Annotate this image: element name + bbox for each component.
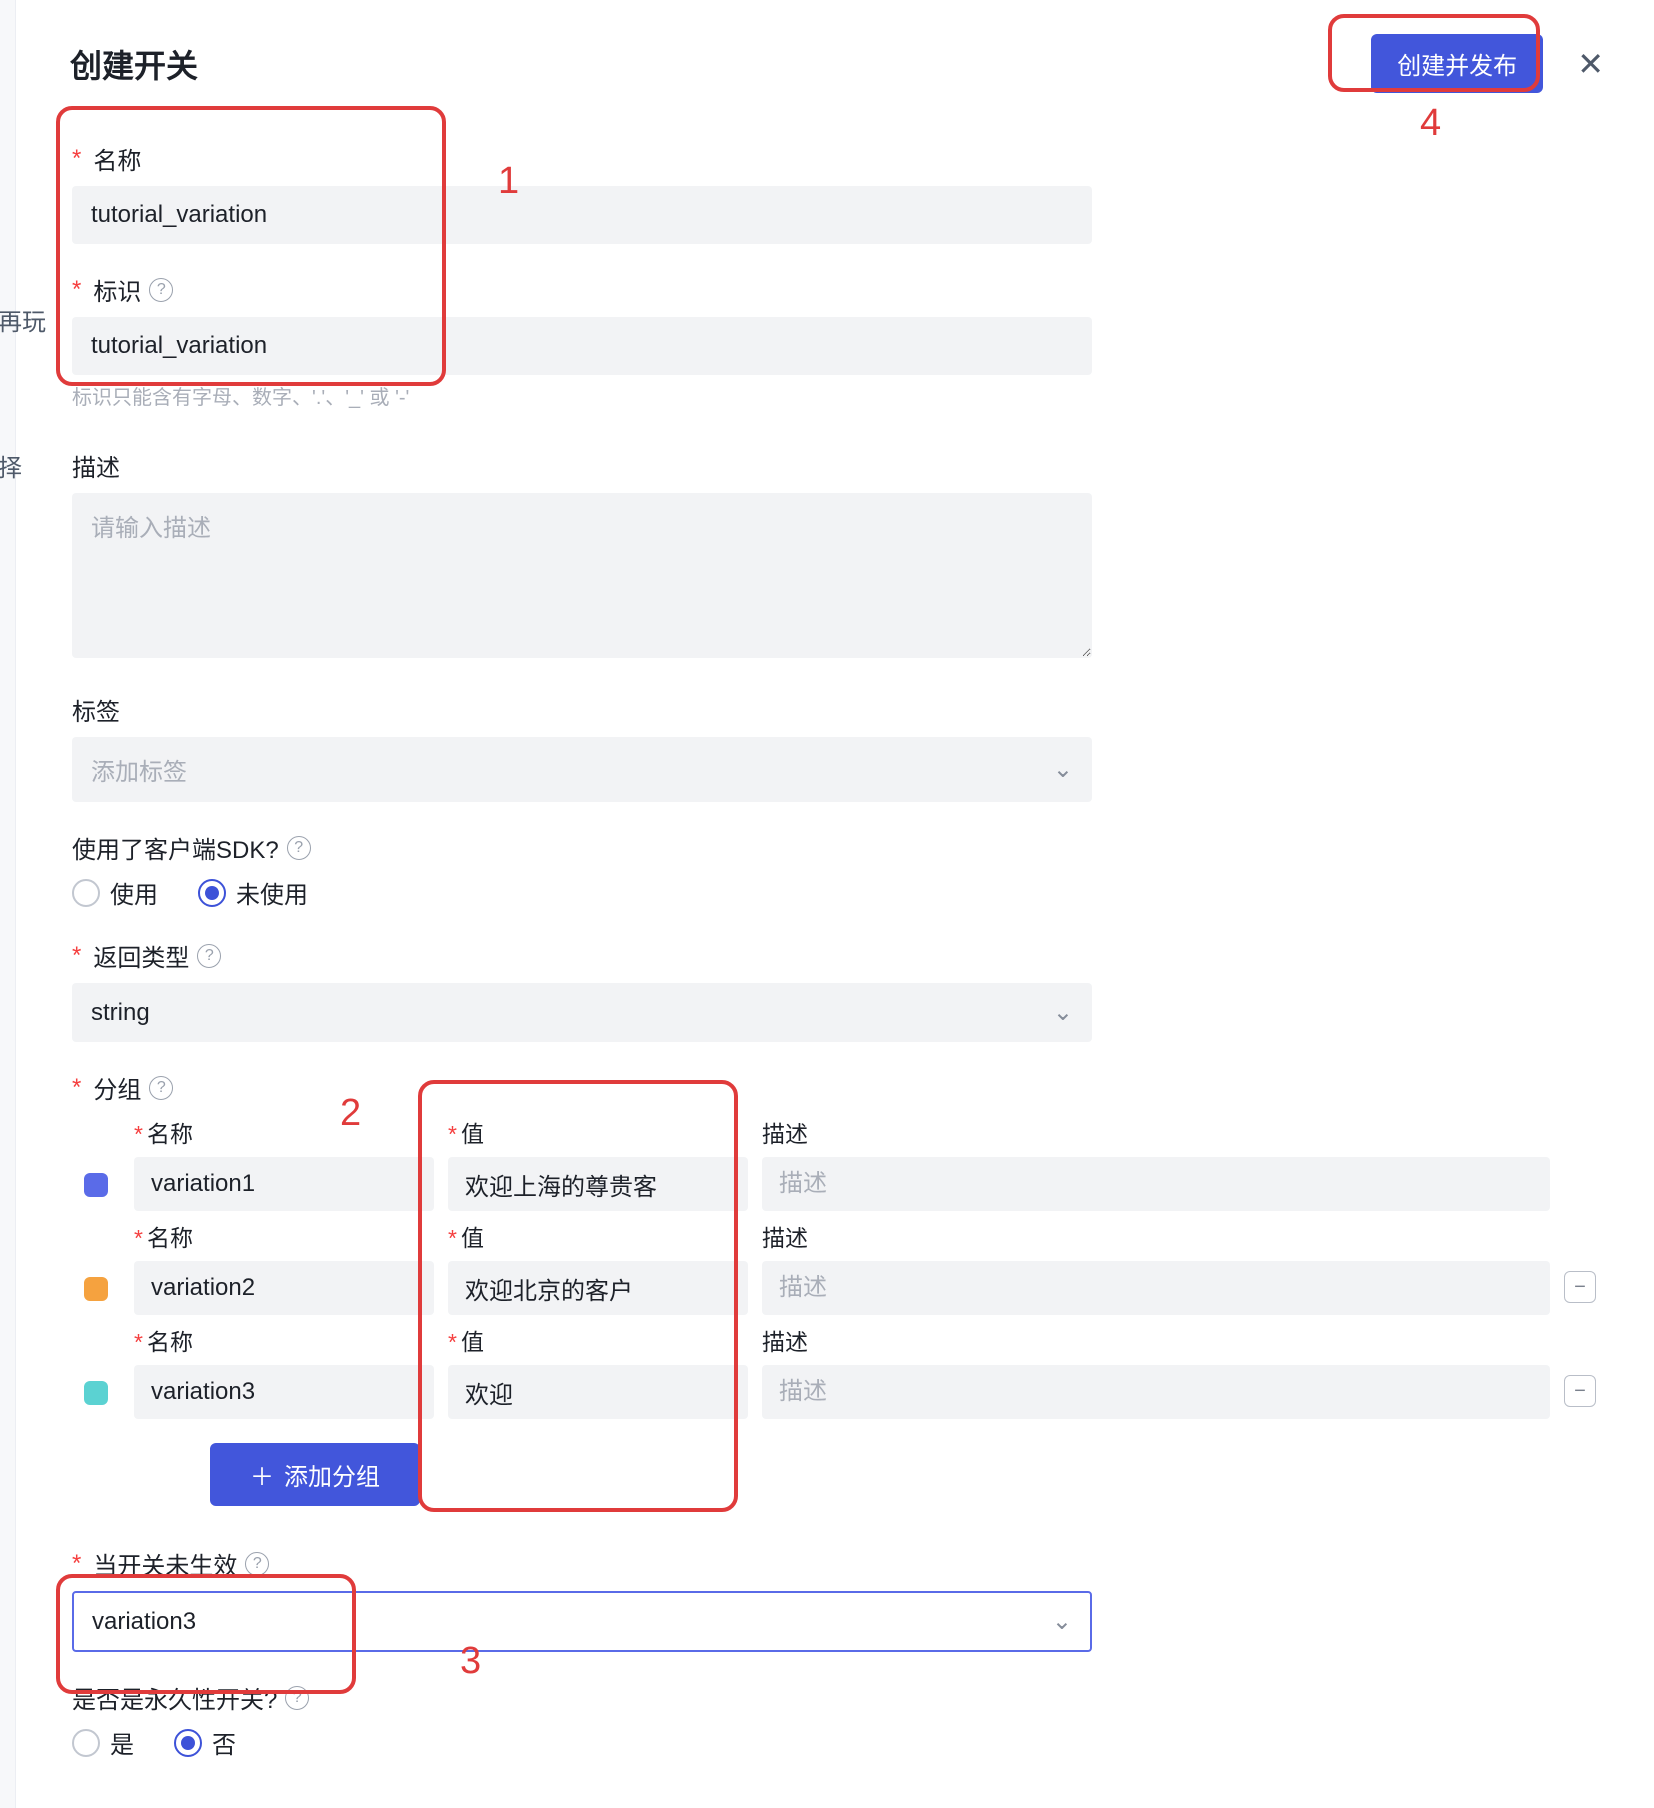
label-sdk: 使用了客户端SDK? bbox=[72, 830, 279, 865]
bg-text-1: 再玩 bbox=[0, 302, 46, 337]
label-disabled-value: 当开关未生效 bbox=[93, 1546, 237, 1581]
return-type-select[interactable]: string ⌄ bbox=[72, 983, 1092, 1042]
return-type-value: string bbox=[91, 999, 150, 1027]
help-icon[interactable]: ? bbox=[245, 1552, 269, 1576]
label-permanent: 是否是永久性开关? bbox=[72, 1680, 277, 1715]
bg-text-2: 择 bbox=[0, 448, 22, 483]
field-groups: * 分组 ? *名称 *值 描述 bbox=[72, 1070, 1604, 1506]
field-tags: 标签 添加标签 ⌄ bbox=[72, 692, 1604, 802]
chevron-down-icon: ⌄ bbox=[1052, 1607, 1072, 1636]
col-desc: 描述 bbox=[762, 1329, 808, 1355]
create-publish-button[interactable]: 创建并发布 bbox=[1371, 34, 1543, 93]
group-row: *名称 *值 描述 − bbox=[72, 1219, 1604, 1315]
col-value: 值 bbox=[461, 1121, 484, 1147]
help-icon[interactable]: ? bbox=[149, 278, 173, 302]
key-input[interactable] bbox=[72, 317, 1092, 375]
radio-sdk-not[interactable]: 未使用 bbox=[198, 875, 308, 910]
group-value-input[interactable] bbox=[448, 1365, 748, 1419]
radio-icon bbox=[72, 1729, 100, 1757]
field-return-type: * 返回类型 ? string ⌄ bbox=[72, 938, 1604, 1042]
field-desc: 描述 bbox=[72, 448, 1604, 664]
label-return-type: 返回类型 bbox=[93, 938, 189, 973]
radio-sdk-not-label: 未使用 bbox=[236, 875, 308, 910]
remove-group-button[interactable]: − bbox=[1564, 1271, 1596, 1303]
field-disabled-value: * 当开关未生效 ? variation3 ⌄ bbox=[72, 1546, 1604, 1652]
field-key: * 标识 ? 标识只能含有字母、数字、'.'、'_' 或 '-' bbox=[72, 272, 1604, 410]
desc-textarea[interactable] bbox=[72, 493, 1092, 658]
group-value-input[interactable] bbox=[448, 1157, 748, 1211]
help-icon[interactable]: ? bbox=[285, 1686, 309, 1710]
group-row: *名称 *值 描述 − bbox=[72, 1323, 1604, 1419]
group-value-input[interactable] bbox=[448, 1261, 748, 1315]
add-group-button[interactable]: ＋ 添加分组 bbox=[210, 1443, 420, 1506]
col-desc: 描述 bbox=[762, 1121, 808, 1147]
required-mark: * bbox=[72, 276, 81, 304]
label-groups: 分组 bbox=[93, 1070, 141, 1105]
required-mark: * bbox=[72, 942, 81, 970]
plus-icon: ＋ bbox=[250, 1457, 274, 1492]
radio-icon bbox=[72, 879, 100, 907]
group-name-input[interactable] bbox=[134, 1365, 434, 1419]
color-swatch bbox=[84, 1277, 108, 1301]
col-desc: 描述 bbox=[762, 1225, 808, 1251]
chevron-down-icon: ⌄ bbox=[1053, 755, 1073, 784]
col-name: 名称 bbox=[147, 1121, 193, 1147]
left-background-strip bbox=[0, 0, 16, 1808]
group-name-input[interactable] bbox=[134, 1157, 434, 1211]
label-desc: 描述 bbox=[72, 448, 120, 483]
radio-permanent-yes[interactable]: 是 bbox=[72, 1725, 134, 1760]
key-hint: 标识只能含有字母、数字、'.'、'_' 或 '-' bbox=[72, 381, 1604, 410]
tags-select[interactable]: 添加标签 ⌄ bbox=[72, 737, 1092, 802]
group-name-input[interactable] bbox=[134, 1261, 434, 1315]
form: * 名称 * 标识 ? 标识只能含有字母、数字、'.'、'_' 或 '-' 描述… bbox=[0, 93, 1654, 1760]
col-value: 值 bbox=[461, 1329, 484, 1355]
label-name: 名称 bbox=[93, 141, 141, 176]
disabled-value-select[interactable]: variation3 ⌄ bbox=[72, 1591, 1092, 1652]
col-value: 值 bbox=[461, 1225, 484, 1251]
group-row: *名称 *值 描述 bbox=[72, 1115, 1604, 1211]
radio-icon bbox=[174, 1729, 202, 1757]
name-input[interactable] bbox=[72, 186, 1092, 244]
chevron-down-icon: ⌄ bbox=[1053, 998, 1073, 1027]
color-swatch bbox=[84, 1381, 108, 1405]
dialog-title: 创建开关 bbox=[70, 41, 198, 87]
dialog-header: 创建开关 创建并发布 ✕ bbox=[0, 0, 1654, 93]
radio-permanent-no[interactable]: 否 bbox=[174, 1725, 236, 1760]
group-desc-input[interactable] bbox=[762, 1261, 1550, 1315]
required-mark: * bbox=[72, 1074, 81, 1102]
add-group-label: 添加分组 bbox=[284, 1457, 380, 1492]
radio-icon bbox=[198, 879, 226, 907]
field-permanent: 是否是永久性开关? ? 是 否 bbox=[72, 1680, 1604, 1760]
close-icon[interactable]: ✕ bbox=[1577, 48, 1604, 80]
radio-sdk-use[interactable]: 使用 bbox=[72, 875, 158, 910]
col-name: 名称 bbox=[147, 1329, 193, 1355]
help-icon[interactable]: ? bbox=[287, 836, 311, 860]
radio-sdk-use-label: 使用 bbox=[110, 875, 158, 910]
field-name: * 名称 bbox=[72, 141, 1604, 244]
help-icon[interactable]: ? bbox=[197, 944, 221, 968]
col-name: 名称 bbox=[147, 1225, 193, 1251]
field-sdk: 使用了客户端SDK? ? 使用 未使用 bbox=[72, 830, 1604, 910]
required-mark: * bbox=[72, 1550, 81, 1578]
label-tags: 标签 bbox=[72, 692, 120, 727]
help-icon[interactable]: ? bbox=[149, 1076, 173, 1100]
disabled-value-selected: variation3 bbox=[92, 1608, 196, 1636]
label-key: 标识 bbox=[93, 272, 141, 307]
group-desc-input[interactable] bbox=[762, 1365, 1550, 1419]
group-desc-input[interactable] bbox=[762, 1157, 1550, 1211]
tags-placeholder: 添加标签 bbox=[91, 752, 187, 787]
radio-no-label: 否 bbox=[212, 1725, 236, 1760]
required-mark: * bbox=[72, 145, 81, 173]
radio-yes-label: 是 bbox=[110, 1725, 134, 1760]
color-swatch bbox=[84, 1173, 108, 1197]
remove-group-button[interactable]: − bbox=[1564, 1375, 1596, 1407]
